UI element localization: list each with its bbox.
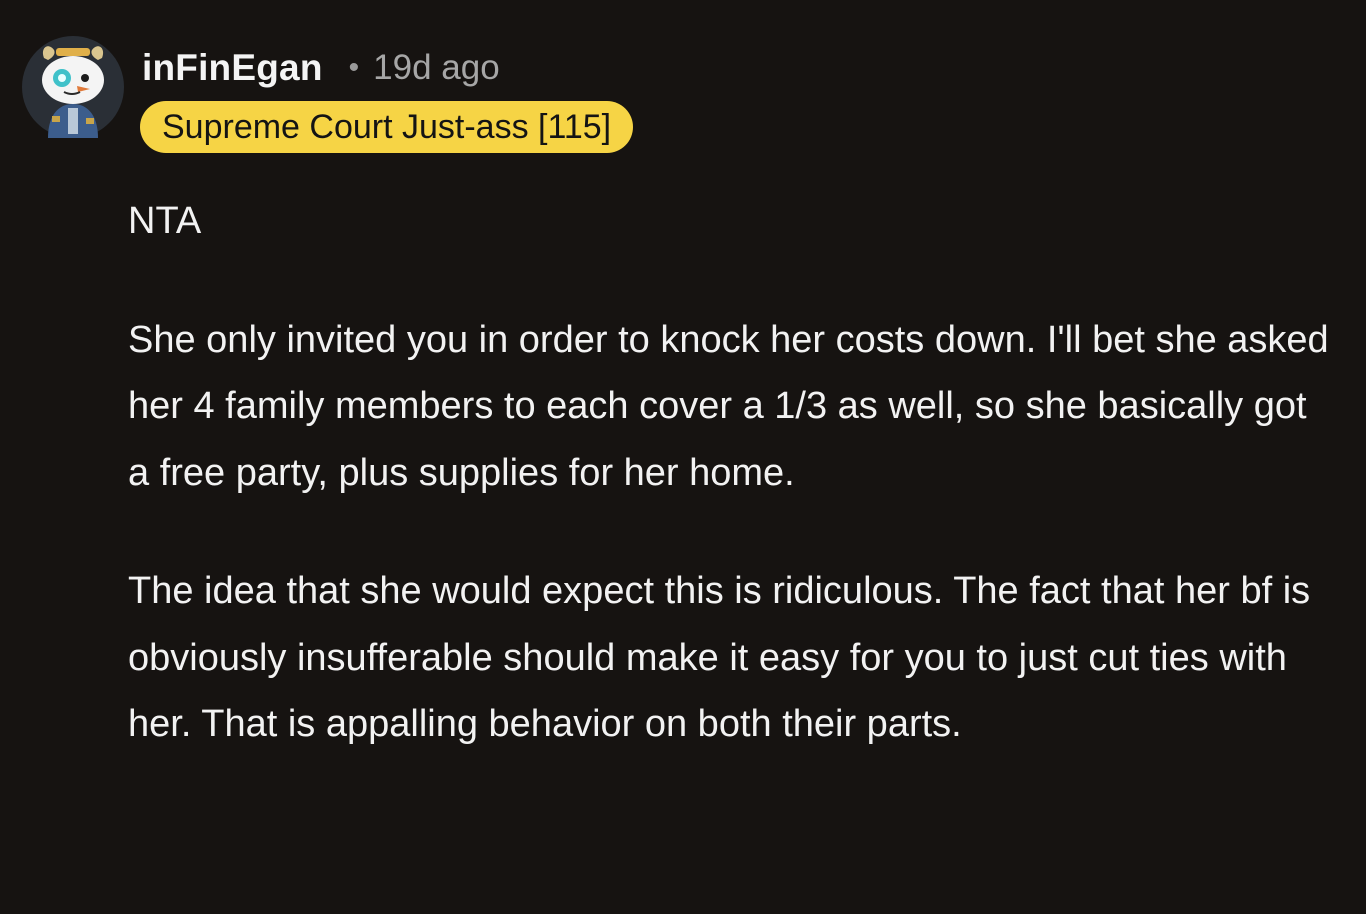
comment-paragraph: The idea that she would expect this is r…: [128, 570, 1311, 745]
comment-header: inFinEgan • 19d ago: [142, 44, 500, 92]
user-flair-badge: Supreme Court Just-ass [115]: [140, 101, 634, 153]
comment-timestamp[interactable]: 19d ago: [373, 48, 500, 88]
meta-separator: •: [348, 51, 360, 84]
user-avatar[interactable]: [22, 36, 124, 138]
comment-paragraph: She only invited you in order to knock h…: [128, 318, 1329, 494]
comment-body: NTA She only invited you in order to kno…: [128, 188, 1338, 758]
comment-paragraph: NTA: [128, 200, 202, 242]
username-link[interactable]: inFinEgan: [142, 47, 323, 89]
comment: inFinEgan • 19d ago Supreme Court Just-a…: [0, 0, 1366, 914]
snoo-avatar-icon: [22, 36, 124, 138]
